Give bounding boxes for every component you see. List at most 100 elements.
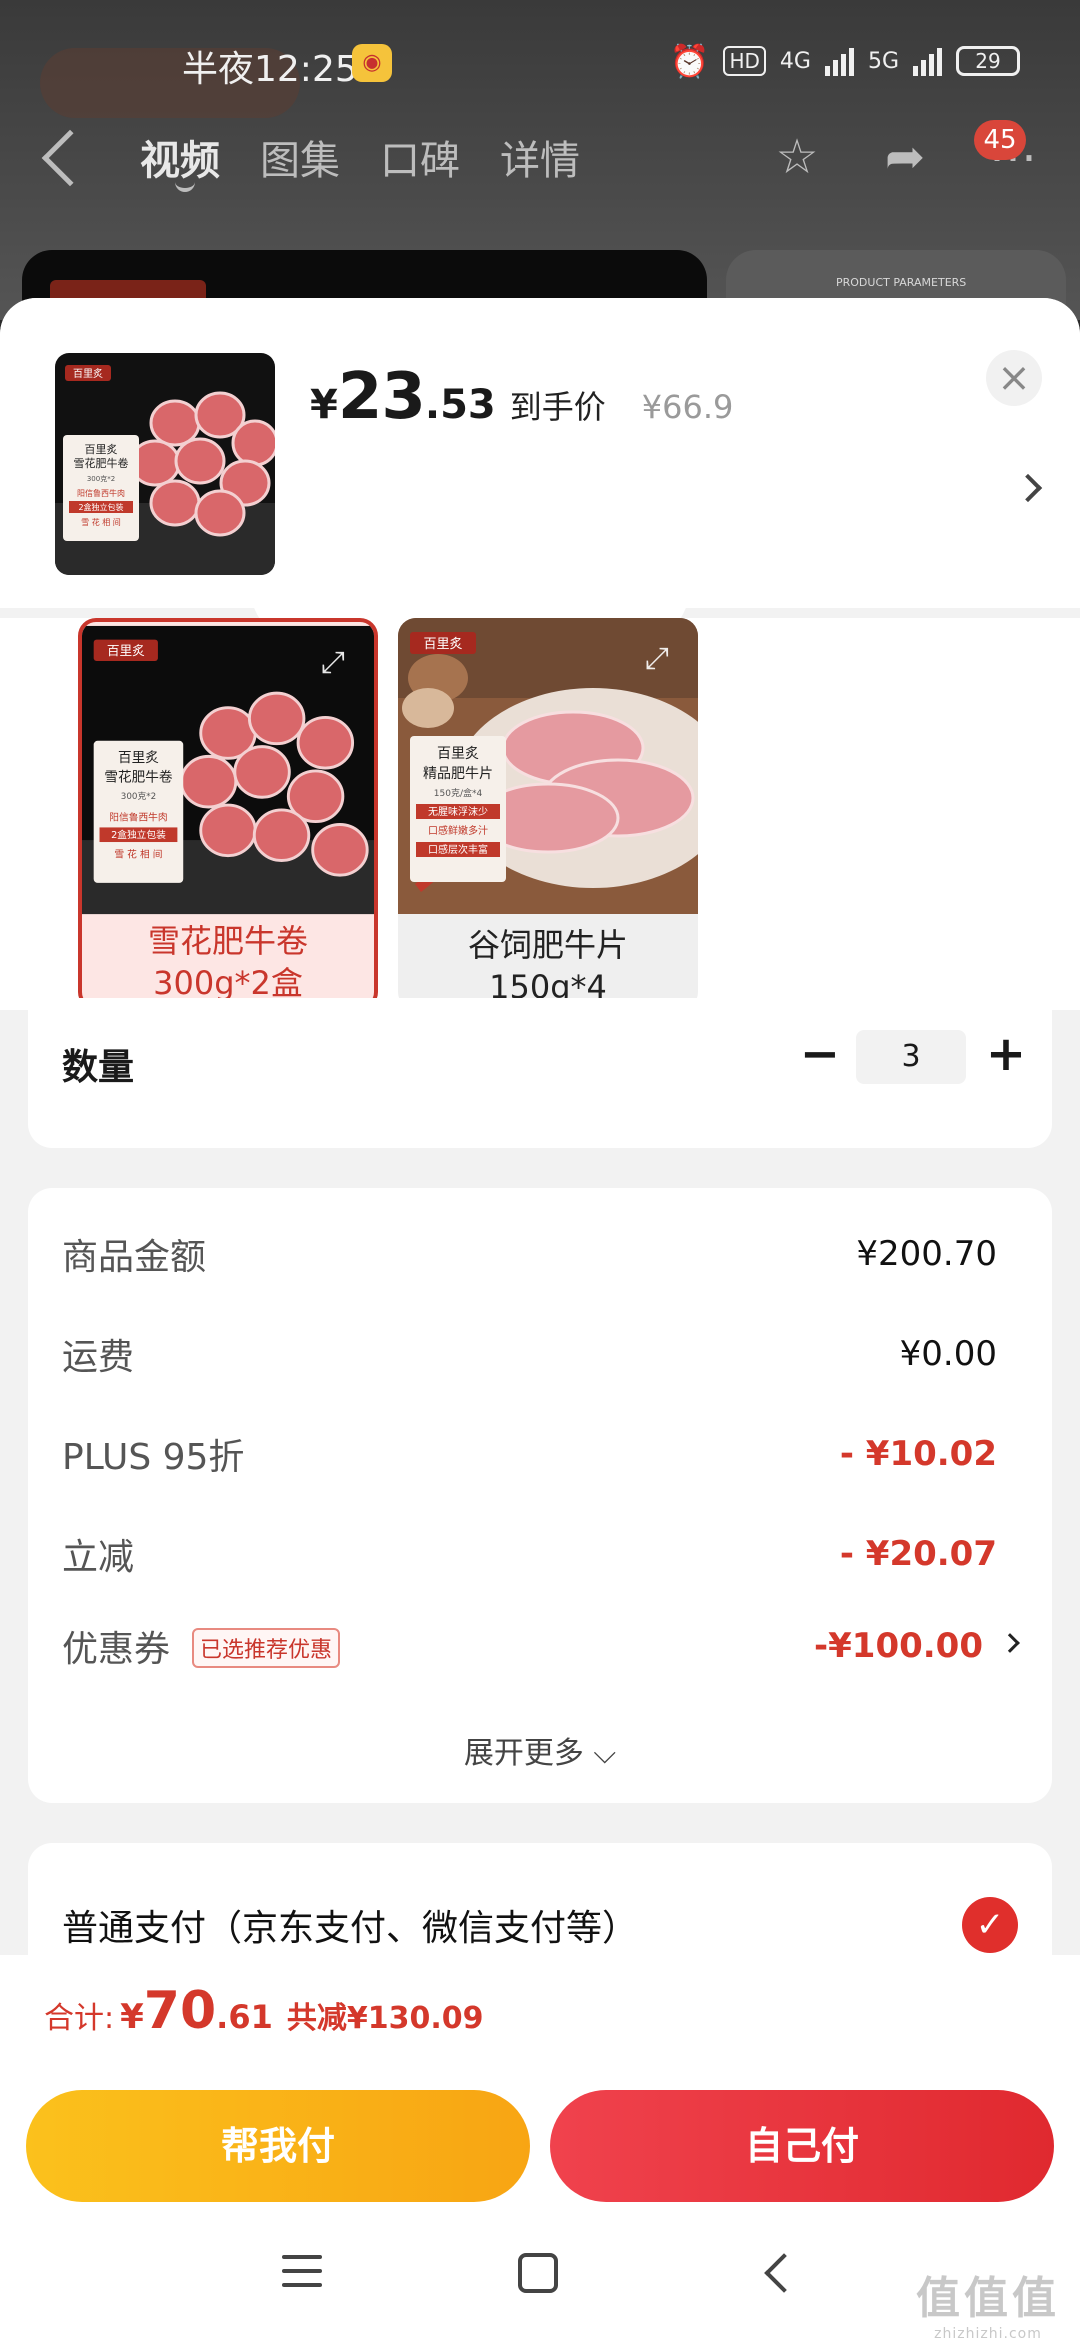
variant-name: 雪花肥牛卷 xyxy=(147,922,308,960)
close-button[interactable]: × xyxy=(986,350,1042,406)
quantity-label: 数量 xyxy=(62,1047,135,1088)
weibo-icon: ◉ xyxy=(352,44,392,82)
price-summary: 商品金额 ¥200.70 运费 ¥0.00 PLUS 95折 - ¥10.02 … xyxy=(28,1188,1052,1803)
summary-value: ¥200.70 xyxy=(856,1234,997,1274)
variant-brand: 百里炙 xyxy=(107,643,145,658)
coupon-value: -¥100.00 xyxy=(814,1626,983,1666)
beef-roll-image: 百里炙 百里炙 雪花肥牛卷 300克*2 阳信鲁西牛肉 2盒独立包装 雪 花 相… xyxy=(55,353,275,575)
variant-pack-brand: 百里炙 xyxy=(437,746,479,762)
variant-pack-tag: 阳信鲁西牛肉 xyxy=(109,811,167,824)
tab-gallery[interactable]: 图集 xyxy=(260,128,340,186)
nav-tabs: 视频 图集 口碑 详情 xyxy=(140,128,580,186)
summary-value: - ¥10.02 xyxy=(839,1434,997,1474)
variant-pack-spec: 150克/盒*4 xyxy=(434,787,483,799)
more-icon[interactable]: ⋯ 45 xyxy=(974,120,1040,184)
coupon-tag: 已选推荐优惠 xyxy=(192,1628,341,1668)
thumb-spec: 300克*2 xyxy=(87,475,115,483)
variant-pack-name: 雪花肥牛卷 xyxy=(104,770,172,786)
price-decimal: .53 xyxy=(424,382,496,428)
nav-actions: ☆ ➦ ⋯ 45 xyxy=(770,120,1040,184)
check-icon[interactable]: ✓ xyxy=(962,1897,1018,1953)
thumb-name: 雪花肥牛卷 xyxy=(74,456,129,470)
price-symbol: ¥ xyxy=(310,382,338,428)
active-tab-indicator xyxy=(175,182,195,192)
variant-pack-tag: 雪 花 相 间 xyxy=(114,848,162,861)
variant-label: 雪花肥牛卷 300g*2盒 xyxy=(82,914,374,1006)
total-symbol: ¥ xyxy=(120,1997,144,2037)
payment-method-label: 普通支付（京东支付、微信支付等） xyxy=(62,1908,639,1949)
product-nav-bar: 视频 图集 口碑 详情 ☆ ➦ ⋯ 45 xyxy=(0,120,1080,200)
favorite-star-icon[interactable]: ☆ xyxy=(770,130,824,184)
back-icon[interactable] xyxy=(41,129,99,187)
total-prefix: 合计: xyxy=(44,2001,115,2036)
summary-value: ¥0.00 xyxy=(899,1334,997,1374)
home-icon[interactable] xyxy=(518,2253,558,2293)
help-me-pay-button[interactable]: 帮我付 xyxy=(26,2090,530,2202)
original-price: ¥66.9 xyxy=(641,388,734,426)
expand-icon[interactable]: ⤢ xyxy=(316,646,350,680)
chevron-right-icon[interactable] xyxy=(1013,473,1043,503)
menu-icon[interactable] xyxy=(282,2255,322,2297)
expand-more-button[interactable]: 展开更多 ⌵ xyxy=(28,1728,1052,1772)
coupon-label: 优惠券 xyxy=(62,1629,171,1670)
price-integer: 23 xyxy=(337,360,426,434)
expand-icon[interactable]: ⤢ xyxy=(640,642,674,676)
watermark-text: 值值值 xyxy=(916,2273,1060,2324)
variant-pack-tag: 无腥味浮沫少 xyxy=(428,806,488,818)
tab-video[interactable]: 视频 xyxy=(140,128,220,186)
variant-brand: 百里炙 xyxy=(423,637,462,652)
summary-label: 商品金额 xyxy=(62,1237,207,1278)
purchase-sheet: 百里炙 百里炙 雪花肥牛卷 300克*2 阳信鲁西牛肉 2盒独立包装 雪 花 相… xyxy=(0,298,1080,2168)
status-indicators: ⏰ HD 4G 5G 29 xyxy=(670,42,1020,80)
variant-pack-brand: 百里炙 xyxy=(118,750,159,766)
quantity-row: 数量 − 3 + xyxy=(28,998,1052,1148)
site-watermark: 值值值 zhizhizhi.com xyxy=(916,2262,1060,2340)
signal-icon xyxy=(913,46,942,76)
system-back-icon[interactable] xyxy=(764,2253,804,2293)
status-time: 半夜12:25 xyxy=(182,49,358,90)
variant-pack-name: 精品肥牛片 xyxy=(423,766,493,782)
summary-row-coupon[interactable]: 优惠券 已选推荐优惠 -¥100.00 xyxy=(62,1620,1020,1680)
total-integer: 70 xyxy=(143,1981,217,2041)
chevron-right-icon[interactable] xyxy=(1000,1633,1020,1653)
summary-row-plus-discount: PLUS 95折 - ¥10.02 xyxy=(62,1428,1017,1488)
message-badge: 45 xyxy=(974,120,1026,160)
price-line: ¥ 23 .53 到手价 ¥66.9 xyxy=(310,360,733,434)
variant-label: 谷饲肥牛片 150g*4 xyxy=(398,918,698,1010)
status-bar: 半夜12:25 ◉ ⏰ HD 4G 5G 29 xyxy=(0,30,1080,94)
network-4g-label: 4G xyxy=(779,48,811,74)
total-line: 合计: ¥ 70 .61 共减¥130.09 xyxy=(44,1981,483,2041)
battery-icon: 29 xyxy=(956,46,1020,76)
thumb-brand: 百里炙 xyxy=(85,442,118,456)
variant-pack-tag: 口感层次丰富 xyxy=(428,843,488,856)
watermark-url: zhizhizhi.com xyxy=(934,2326,1042,2340)
tab-details[interactable]: 详情 xyxy=(500,128,580,186)
quantity-plus-button[interactable]: + xyxy=(984,1030,1028,1078)
tab-reviews[interactable]: 口碑 xyxy=(380,128,460,186)
summary-row-subtotal: 商品金额 ¥200.70 xyxy=(62,1228,1017,1288)
product-thumbnail[interactable]: 百里炙 百里炙 雪花肥牛卷 300克*2 阳信鲁西牛肉 2盒独立包装 雪 花 相… xyxy=(55,353,275,575)
summary-label: 立减 xyxy=(62,1537,135,1578)
thumb-tag: 2盒独立包装 xyxy=(78,502,123,512)
quantity-minus-button[interactable]: − xyxy=(798,1030,842,1078)
summary-label: 运费 xyxy=(62,1337,135,1378)
hd-icon: HD xyxy=(723,46,766,76)
variant-pack-spec: 300克*2 xyxy=(121,791,156,802)
variant-option-snowflake-roll[interactable]: 百里炙 百里炙 雪花肥牛卷 300克*2 阳信鲁西牛肉 2盒独立包装 雪 花 相… xyxy=(78,618,378,1010)
variant-list: 百里炙 百里炙 雪花肥牛卷 300克*2 阳信鲁西牛肉 2盒独立包装 雪 花 相… xyxy=(0,618,1080,1010)
total-savings: 共减¥130.09 xyxy=(286,2001,484,2036)
variant-name: 谷饲肥牛片 xyxy=(467,926,628,964)
thumb-brand: 百里炙 xyxy=(73,367,103,380)
params-label: PRODUCT PARAMETERS xyxy=(836,276,967,289)
summary-row-shipping: 运费 ¥0.00 xyxy=(62,1328,1017,1388)
thumb-tag: 雪 花 相 间 xyxy=(81,517,121,527)
network-5g-label: 5G xyxy=(867,48,899,74)
summary-row-instant-discount: 立减 - ¥20.07 xyxy=(62,1528,1017,1588)
variant-option-grain-fed-slice[interactable]: 百里炙 百里炙 精品肥牛片 150克/盒*4 无腥味浮沫少 口感鲜嫩多汁 口感层… xyxy=(398,618,698,1010)
pay-myself-button[interactable]: 自己付 xyxy=(550,2090,1054,2202)
signal-icon xyxy=(824,46,854,76)
thumb-tag: 阳信鲁西牛肉 xyxy=(77,488,125,498)
quantity-input[interactable]: 3 xyxy=(856,1030,966,1084)
variant-pack-tag: 2盒独立包装 xyxy=(111,828,166,841)
share-icon[interactable]: ➦ xyxy=(878,130,932,184)
